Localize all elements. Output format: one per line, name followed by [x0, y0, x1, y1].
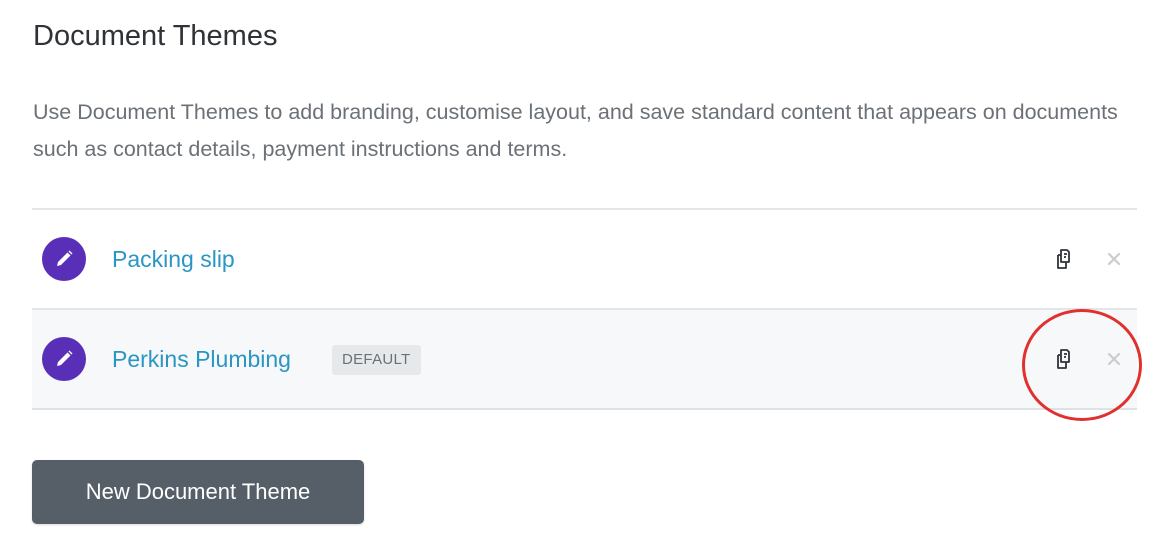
page-title: Document Themes — [33, 20, 278, 52]
copy-icon — [1057, 249, 1070, 269]
close-icon — [1107, 352, 1121, 366]
delete-theme-button[interactable] — [1099, 344, 1129, 374]
theme-row-packing-slip: Packing slip — [32, 210, 1137, 310]
delete-theme-button[interactable] — [1099, 244, 1129, 274]
close-icon — [1107, 252, 1121, 266]
pencil-icon — [57, 250, 73, 266]
new-document-theme-button[interactable]: New Document Theme — [32, 460, 364, 524]
pencil-icon — [57, 350, 73, 366]
copy-theme-button[interactable] — [1049, 244, 1079, 274]
edit-theme-button[interactable] — [42, 337, 86, 381]
page-description: Use Document Themes to add branding, cus… — [33, 100, 1118, 161]
copy-icon — [1057, 349, 1070, 369]
theme-name-link[interactable]: Packing slip — [112, 246, 235, 273]
edit-theme-button[interactable] — [42, 237, 86, 281]
theme-name-link[interactable]: Perkins Plumbing — [112, 346, 291, 373]
document-themes-list: Packing slip Perkins Plumbing DEFAULT — [32, 208, 1137, 410]
theme-row-perkins-plumbing: Perkins Plumbing DEFAULT — [32, 310, 1137, 410]
copy-theme-button[interactable] — [1049, 344, 1079, 374]
default-badge: DEFAULT — [332, 345, 421, 375]
